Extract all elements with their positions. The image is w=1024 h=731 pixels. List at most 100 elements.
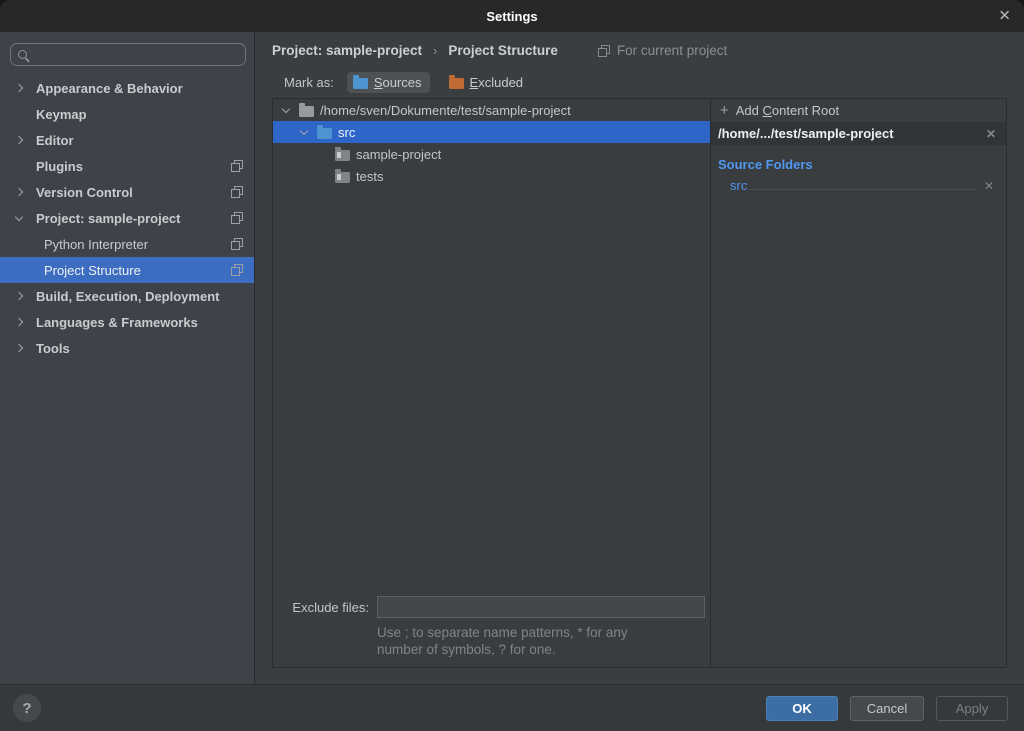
chevron-down-icon xyxy=(15,213,23,221)
chevron-down-icon xyxy=(282,105,290,113)
sidebar-item-version-control[interactable]: Version Control xyxy=(0,179,254,205)
excluded-label: E xyxy=(470,75,479,90)
tree-row-content-root[interactable]: /home/sven/Dokumente/test/sample-project xyxy=(273,99,710,121)
sidebar-item-label: Python Interpreter xyxy=(44,237,148,252)
exclude-files-label: Exclude files: xyxy=(273,600,369,615)
breadcrumb: Project: sample-project › Project Struct… xyxy=(272,34,1007,67)
mark-as-label: Mark as: xyxy=(284,75,334,90)
excluded-folder-icon xyxy=(449,78,464,89)
exclude-files-section: Exclude files: Use ; to separate name pa… xyxy=(273,596,710,667)
sidebar-item-languages-frameworks[interactable]: Languages & Frameworks xyxy=(0,309,254,335)
sidebar-item-build-execution-deployment[interactable]: Build, Execution, Deployment xyxy=(0,283,254,309)
content-roots-panel: /home/sven/Dokumente/test/sample-project… xyxy=(272,98,1007,668)
chevron-right-icon xyxy=(15,344,23,352)
add-content-root-label: Add xyxy=(736,103,763,118)
per-project-settings-icon xyxy=(231,186,243,198)
settings-search-box[interactable] xyxy=(10,43,246,66)
folder-icon xyxy=(335,172,350,183)
tree-item-label: /home/sven/Dokumente/test/sample-project xyxy=(320,103,571,118)
settings-search-input[interactable] xyxy=(33,47,238,62)
dialog-title: Settings xyxy=(486,9,537,24)
exclude-hint-line2: number of symbols, ? for one. xyxy=(377,641,710,658)
add-content-root-label-u: C xyxy=(763,103,772,118)
sidebar-item-label: Project Structure xyxy=(44,263,141,278)
ok-button[interactable]: OK xyxy=(766,696,838,721)
mark-as-toolbar: Mark as: Sources Excluded xyxy=(272,67,1007,98)
sidebar-item-label: Project: sample-project xyxy=(36,211,181,226)
content-root-entry[interactable]: /home/.../test/sample-project ✕ xyxy=(711,122,1006,145)
sidebar-item-appearance-behavior[interactable]: Appearance & Behavior xyxy=(0,75,254,101)
titlebar: Settings ✕ xyxy=(0,0,1024,32)
help-icon: ? xyxy=(22,700,31,717)
sidebar-item-label: Languages & Frameworks xyxy=(36,315,198,330)
sidebar-items: Appearance & Behavior Keymap Editor Plug… xyxy=(0,75,254,361)
sidebar-item-label: Tools xyxy=(36,341,70,356)
per-project-settings-icon xyxy=(598,45,610,57)
chevron-right-icon xyxy=(15,318,23,326)
breadcrumb-project: Project: sample-project xyxy=(272,43,422,58)
tree-row-src[interactable]: src xyxy=(273,121,710,143)
folder-icon xyxy=(299,106,314,117)
exclude-files-input[interactable] xyxy=(377,596,705,618)
exclude-hint-line1: Use ; to separate name patterns, * for a… xyxy=(377,624,710,641)
source-folders-heading: Source Folders xyxy=(718,157,1006,172)
breadcrumb-page: Project Structure xyxy=(448,43,558,58)
sidebar-item-project-structure[interactable]: Project Structure xyxy=(0,257,254,283)
chevron-right-icon xyxy=(15,84,23,92)
sidebar-item-label: Keymap xyxy=(36,107,87,122)
dialog-body: Appearance & Behavior Keymap Editor Plug… xyxy=(0,32,1024,684)
sidebar-item-label: Editor xyxy=(36,133,74,148)
tree-item-label: tests xyxy=(356,169,383,184)
sidebar-item-tools[interactable]: Tools xyxy=(0,335,254,361)
help-button[interactable]: ? xyxy=(13,694,41,722)
chevron-right-icon xyxy=(15,188,23,196)
chevron-down-icon xyxy=(300,127,308,135)
folder-icon xyxy=(335,150,350,161)
settings-dialog: Settings ✕ Appearance & Behavior Keymap xyxy=(0,0,1024,731)
sources-label-rest: ources xyxy=(383,75,422,90)
sidebar-item-plugins[interactable]: Plugins xyxy=(0,153,254,179)
sidebar-item-label: Build, Execution, Deployment xyxy=(36,289,219,304)
mark-as-sources-button[interactable]: Sources xyxy=(347,72,430,93)
settings-sidebar: Appearance & Behavior Keymap Editor Plug… xyxy=(0,32,255,684)
project-structure-page: Project: sample-project › Project Struct… xyxy=(255,32,1024,684)
chevron-right-icon xyxy=(15,136,23,144)
dotted-leader xyxy=(749,189,978,190)
scope-note: For current project xyxy=(598,43,727,58)
sidebar-item-label: Plugins xyxy=(36,159,83,174)
scope-note-label: For current project xyxy=(617,43,727,58)
cancel-button[interactable]: Cancel xyxy=(850,696,924,721)
search-icon xyxy=(18,50,27,59)
apply-button[interactable]: Apply xyxy=(936,696,1008,721)
sidebar-item-project-sample-project[interactable]: Project: sample-project xyxy=(0,205,254,231)
mark-as-excluded-button[interactable]: Excluded xyxy=(443,72,531,93)
add-content-root-button[interactable]: + Add Content Root xyxy=(711,99,1006,122)
source-folder-entry[interactable]: src ✕ xyxy=(730,178,994,193)
per-project-settings-icon xyxy=(231,238,243,250)
sidebar-item-keymap[interactable]: Keymap xyxy=(0,101,254,127)
tree-item-label: src xyxy=(338,125,355,140)
per-project-settings-icon xyxy=(231,212,243,224)
remove-source-folder-icon[interactable]: ✕ xyxy=(984,180,994,192)
sidebar-item-label: Version Control xyxy=(36,185,133,200)
content-root-path: /home/.../test/sample-project xyxy=(718,126,894,141)
per-project-settings-icon xyxy=(231,160,243,172)
sidebar-item-python-interpreter[interactable]: Python Interpreter xyxy=(0,231,254,257)
tree-item-label: sample-project xyxy=(356,147,441,162)
source-folder-icon xyxy=(317,128,332,139)
source-folder-name: src xyxy=(730,178,747,193)
tree-row-sample-project[interactable]: sample-project xyxy=(273,143,710,165)
plus-icon: + xyxy=(720,103,729,118)
remove-content-root-icon[interactable]: ✕ xyxy=(986,128,996,140)
excluded-label-rest: xcluded xyxy=(478,75,523,90)
sources-folder-icon xyxy=(353,78,368,89)
close-icon[interactable]: ✕ xyxy=(998,9,1011,24)
dialog-footer: ? OK Cancel Apply xyxy=(0,684,1024,731)
add-content-root-label-rest: ontent Root xyxy=(772,103,839,118)
tree-row-tests[interactable]: tests xyxy=(273,165,710,187)
sidebar-item-label: Appearance & Behavior xyxy=(36,81,183,96)
sidebar-item-editor[interactable]: Editor xyxy=(0,127,254,153)
per-project-settings-icon xyxy=(231,264,243,276)
directory-tree: /home/sven/Dokumente/test/sample-project… xyxy=(273,99,711,667)
content-root-props: + Add Content Root /home/.../test/sample… xyxy=(711,99,1006,667)
